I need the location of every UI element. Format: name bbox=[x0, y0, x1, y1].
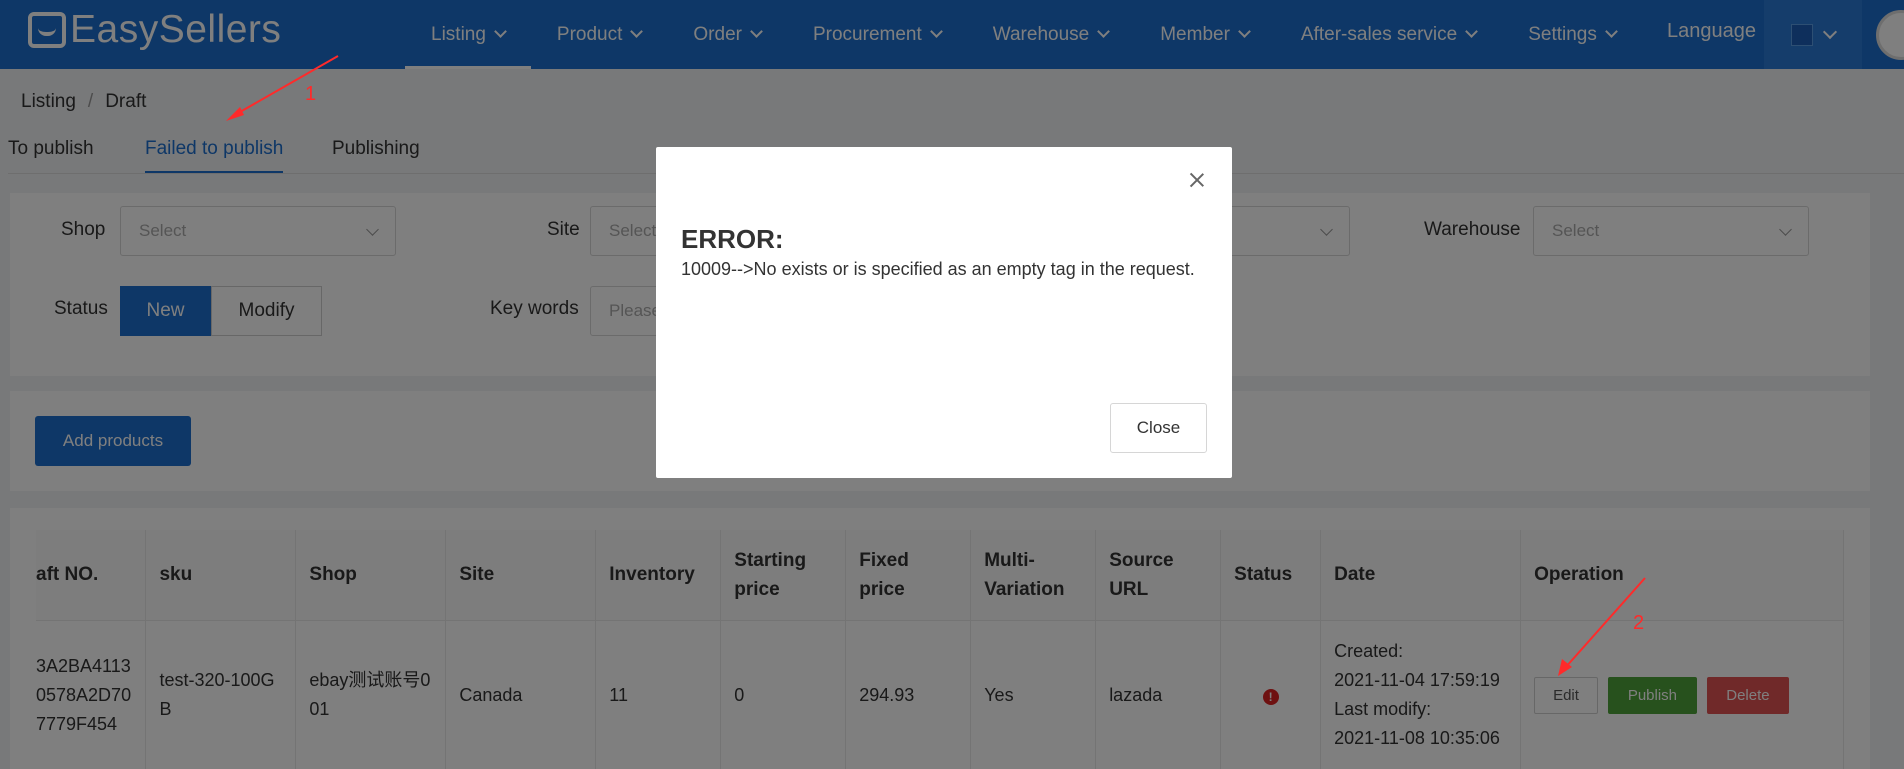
close-icon[interactable] bbox=[1186, 169, 1208, 191]
dialog-message: 10009-->No exists or is specified as an … bbox=[681, 259, 1195, 279]
annotation-arrow-1 bbox=[232, 55, 339, 117]
annotation-label-2: 2 bbox=[1633, 612, 1645, 634]
close-button[interactable]: Close bbox=[1110, 403, 1207, 453]
dialog-title: ERROR: bbox=[681, 224, 784, 254]
error-dialog: ERROR: 10009-->No exists or is specified… bbox=[656, 147, 1232, 478]
annotation-label-1: 1 bbox=[305, 83, 317, 105]
annotation-arrowhead-1 bbox=[226, 107, 244, 121]
